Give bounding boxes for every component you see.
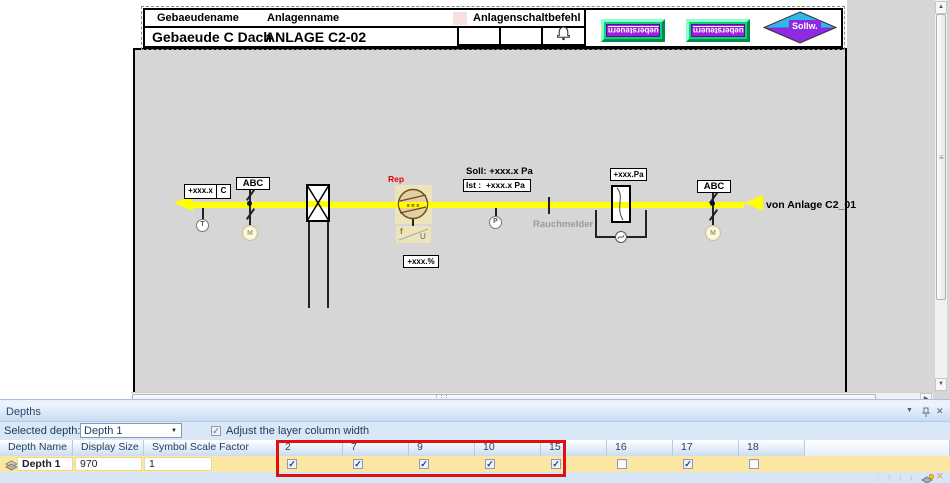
override-button-right-label: uebersteuern [693, 26, 744, 35]
vgrip-icon: ≡ [939, 153, 944, 162]
abc-box-right: ABC [697, 180, 731, 193]
selected-depth-dropdown[interactable]: Depth 1 ▼ [80, 423, 182, 438]
fc-f-label: f [400, 227, 403, 236]
filter-symbol [611, 185, 631, 223]
pipe-flare-right [744, 195, 763, 211]
column-header-layer-18: 18 [739, 440, 805, 456]
fan-symbol: x n x [397, 188, 429, 220]
dp-tap-right [645, 210, 647, 237]
actual-pressure-box: Ist : +xxx.x Pa [463, 179, 531, 192]
delete-layer-icon[interactable]: ✕ [936, 471, 944, 482]
symbol-scale-cell[interactable]: 1 [144, 457, 212, 471]
application-window: Gebaeudename Anlagenname Anlagenschaltbe… [0, 0, 950, 483]
status-cell-2 [499, 26, 543, 46]
dp-tap-left [595, 210, 597, 237]
adjust-width-label: Adjust the layer column width [226, 425, 369, 437]
wrg-duct-right [327, 221, 329, 308]
panel-close-icon[interactable]: ✕ [936, 406, 944, 417]
wrg-duct-left [308, 221, 310, 308]
repair-flag-label: Rep [388, 174, 404, 184]
setpoint-pressure-label: Soll: +xxx.x Pa [466, 166, 533, 177]
ba03-actuator: M [705, 225, 721, 241]
column-header-layer-17: 17 [673, 440, 739, 456]
move-down-icon[interactable]: ↓ [898, 472, 903, 482]
temperature-value: +xxx.x [184, 184, 217, 199]
ba03-pivot-dot [710, 201, 715, 206]
md01-pressure-sensor: P [489, 216, 502, 229]
selected-depth-value: Depth 1 [84, 425, 123, 437]
plant-header-block: Gebaeudename Anlagenname Anlagenschaltbe… [143, 8, 843, 48]
fan-marks: x n x [407, 203, 420, 209]
alarm-bell-button[interactable] [541, 26, 586, 46]
add-layer-icon[interactable] [921, 472, 934, 483]
depths-panel-titlebar: Depths ▼ ✕ [0, 404, 950, 422]
column-header-display-size: Display Size [73, 440, 144, 456]
depths-panel-title: Depths [6, 406, 41, 418]
adjust-width-checkbox[interactable]: ✓ [211, 426, 221, 436]
plant-name-value: ANLAGE C2-02 [265, 29, 366, 45]
column-header-layer-16: 16 [607, 440, 673, 456]
setpoint-diamond-button[interactable]: Sollw. [763, 11, 837, 44]
smoke-detector-label: Rauchmelder [533, 219, 593, 230]
scroll-up-button[interactable]: ▲ [935, 1, 947, 14]
air-duct-pipe [190, 202, 744, 208]
dropdown-arrow-icon: ▼ [171, 428, 177, 434]
plant-command-label: Anlagenschaltbefehl [473, 12, 581, 24]
smoke-detector-tick [548, 197, 550, 214]
vertical-scrollbar[interactable]: ▲ ≡ ▼ [935, 0, 947, 391]
dp-sensor-icon [614, 230, 628, 244]
column-header-symbol-scale: Symbol Scale Factor [144, 440, 277, 456]
move-up-icon[interactable]: ↑ [887, 472, 892, 482]
move-up-icon-disabled[interactable]: ↑ [876, 472, 881, 482]
fc-u-label: U [420, 232, 426, 241]
temperature-value-box: +xxx.x C [184, 184, 231, 199]
setpoint-label: Sollw. [789, 20, 821, 32]
highlight-rectangle [276, 440, 566, 477]
plant-name-label: Anlagenname [267, 12, 339, 24]
from-plant-label: von Anlage C2_01 [766, 199, 856, 211]
column-header-depth-name: Depth Name [0, 440, 73, 456]
depths-panel-controls: Selected depth: Depth 1 ▼ ✓ Adjust the l… [0, 422, 950, 440]
display-size-cell[interactable]: 970 [75, 457, 142, 471]
layer-16-checkbox[interactable] [617, 459, 627, 469]
override-button-left-face: uebersteuern [606, 24, 660, 37]
override-button-left[interactable]: uebersteuern [601, 19, 665, 42]
bell-icon [556, 26, 571, 46]
building-name-value: Gebaeude C Dach [152, 29, 272, 45]
move-down-icon-2[interactable]: ↓ [909, 472, 914, 482]
status-cell-1 [457, 26, 501, 46]
layer-18-checkbox[interactable] [749, 459, 759, 469]
override-button-right[interactable]: uebersteuern [686, 19, 750, 42]
panel-chevron-down-icon[interactable]: ▼ [906, 407, 913, 414]
command-status-box [453, 12, 467, 25]
vertical-scrollbar-thumb[interactable]: ≡ [936, 14, 946, 300]
panel-pin-icon[interactable] [921, 407, 931, 421]
column-header-filler [805, 440, 950, 456]
building-name-label: Gebaeudename [157, 12, 239, 24]
override-button-right-face: uebersteuern [691, 24, 745, 37]
mt02-sensor-circle: T [196, 219, 209, 232]
override-button-left-label: uebersteuern [608, 26, 659, 35]
frequency-converter-box: f U [396, 226, 431, 243]
selected-depth-label: Selected depth: [4, 425, 80, 437]
pa-value-box: +xxx.Pa [610, 168, 647, 181]
depth-name-cell[interactable]: Depth 1 [17, 457, 73, 471]
percent-value-box: +xxx.% [403, 255, 439, 268]
ba01-pivot-dot [247, 201, 252, 206]
layer-17-checkbox[interactable]: ✓ [683, 459, 693, 469]
heat-exchanger-symbol [306, 184, 330, 222]
scroll-down-button[interactable]: ▼ [935, 378, 947, 391]
ba01-actuator: M [242, 225, 258, 241]
temperature-unit: C [216, 184, 231, 199]
